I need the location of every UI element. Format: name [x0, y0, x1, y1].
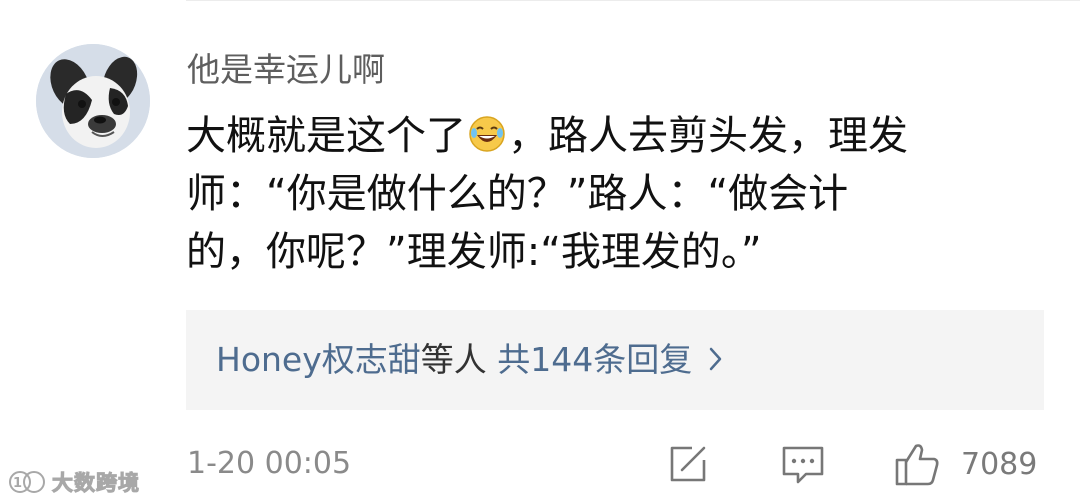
watermark-text: 大数跨境 [52, 471, 140, 496]
like-count: 7089 [961, 446, 1038, 482]
comment-line-2: 师：“你是做什么的？”路人：“做会计 [186, 171, 849, 217]
comment-bubble-icon [782, 446, 824, 484]
timestamp: 1-20 00:05 [187, 446, 352, 481]
replies-summary[interactable]: Honey权志甜等人 共144条回复 [216, 334, 724, 386]
comment-line-3: 的，你呢？”理发师:“我理发的。” [186, 229, 762, 275]
edit-share-icon [670, 446, 706, 482]
svg-text:1: 1 [13, 476, 22, 491]
top-divider [186, 0, 1080, 1]
avatar[interactable] [36, 44, 150, 158]
replies-preview[interactable]: Honey权志甜等人 共144条回复 [186, 310, 1044, 410]
reply-middle: 等人 [420, 340, 487, 379]
thumbs-up-icon [895, 444, 939, 486]
reply-count[interactable]: 共144条回复 [497, 340, 692, 379]
like-button[interactable]: 7089 [893, 438, 1053, 490]
comment-button[interactable] [780, 438, 828, 490]
watermark-logo-icon: 1 [9, 471, 45, 493]
watermark: 1 大数跨境 [6, 466, 140, 498]
laughing-crying-emoji-icon [469, 116, 505, 152]
comment-line-1: 大概就是这个了 ，路人去剪头发，理发 [186, 107, 1026, 165]
chevron-right-icon[interactable] [708, 346, 724, 372]
share-button[interactable] [666, 438, 714, 490]
username[interactable]: 他是幸运儿啊 [187, 46, 385, 94]
comment-line-1-text: 大概就是这个了 [186, 113, 466, 159]
dog-avatar-image [36, 44, 150, 158]
reply-names[interactable]: Honey权志甜 [216, 340, 421, 379]
comment-body: 大概就是这个了 ，路人去剪头发，理发 师：“你是做什么的？”路人：“做会计 的，… [186, 107, 1026, 281]
comment-line-1-rest: ，路人去剪头发，理发 [508, 113, 908, 159]
